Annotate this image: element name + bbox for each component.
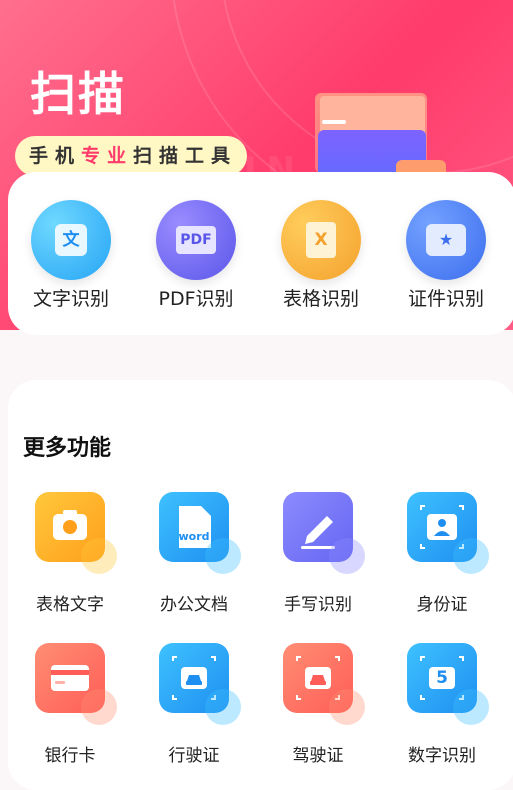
tagline-highlight: 专业: [81, 145, 134, 167]
quick-action-label: 证件识别: [407, 288, 484, 310]
driver-license-icon: [283, 643, 365, 725]
section-title: 更多功能: [23, 436, 112, 461]
quick-action-label: PDF识别: [158, 288, 234, 310]
feature-bank-card[interactable]: 银行卡: [8, 643, 132, 766]
tagline-text-2: 扫描工具: [133, 145, 238, 167]
word-document-icon: word: [159, 492, 241, 574]
feature-label: 数字识别: [408, 746, 476, 766]
more-features-card: 更多功能 表格文字 word 办公文档 手写识别 身份证 银行卡 行驶证 驾驶证…: [8, 380, 513, 790]
quick-action-pdf-recognition[interactable]: PDF PDF识别: [136, 200, 256, 311]
feature-label: 行驶证: [168, 746, 220, 766]
feature-label: 银行卡: [44, 746, 96, 766]
feature-handwriting[interactable]: 手写识别: [256, 492, 380, 615]
handwriting-pen-icon: [283, 492, 365, 574]
quick-action-label: 表格识别: [282, 288, 359, 310]
quick-actions-card: 文 文字识别 PDF PDF识别 X 表格识别 ★ 证件识别: [8, 172, 513, 335]
feature-vehicle-license[interactable]: 行驶证: [132, 643, 256, 766]
feature-driver-license[interactable]: 驾驶证: [256, 643, 380, 766]
car-license-icon: [159, 643, 241, 725]
feature-label: 身份证: [416, 595, 468, 615]
pdf-icon: PDF: [156, 200, 236, 280]
camera-icon: [35, 492, 117, 574]
excel-icon: X: [281, 200, 361, 280]
feature-id-card[interactable]: 身份证: [380, 492, 504, 615]
number-recognition-icon: 5: [407, 643, 489, 725]
quick-action-text-recognition[interactable]: 文 文字识别: [11, 200, 131, 311]
feature-label: 表格文字: [36, 595, 104, 615]
feature-number-recognition[interactable]: 5 数字识别: [380, 643, 504, 766]
feature-table-text[interactable]: 表格文字: [8, 492, 132, 615]
id-card-icon: ★: [406, 200, 486, 280]
feature-label: 驾驶证: [292, 746, 344, 766]
quick-action-id-recognition[interactable]: ★ 证件识别: [386, 200, 506, 311]
feature-office-docs[interactable]: word 办公文档: [132, 492, 256, 615]
feature-label: 手写识别: [284, 595, 352, 615]
quick-action-label: 文字识别: [32, 288, 109, 310]
feature-label: 办公文档: [160, 595, 228, 615]
page-title: 扫描: [30, 67, 126, 121]
quick-action-table-recognition[interactable]: X 表格识别: [261, 200, 381, 311]
tagline-text-1: 手机: [29, 145, 82, 167]
bank-card-icon: [35, 643, 117, 725]
text-recognition-icon: 文: [31, 200, 111, 280]
tagline-badge: 手机专业扫描工具: [15, 136, 247, 176]
id-person-icon: [407, 492, 489, 574]
